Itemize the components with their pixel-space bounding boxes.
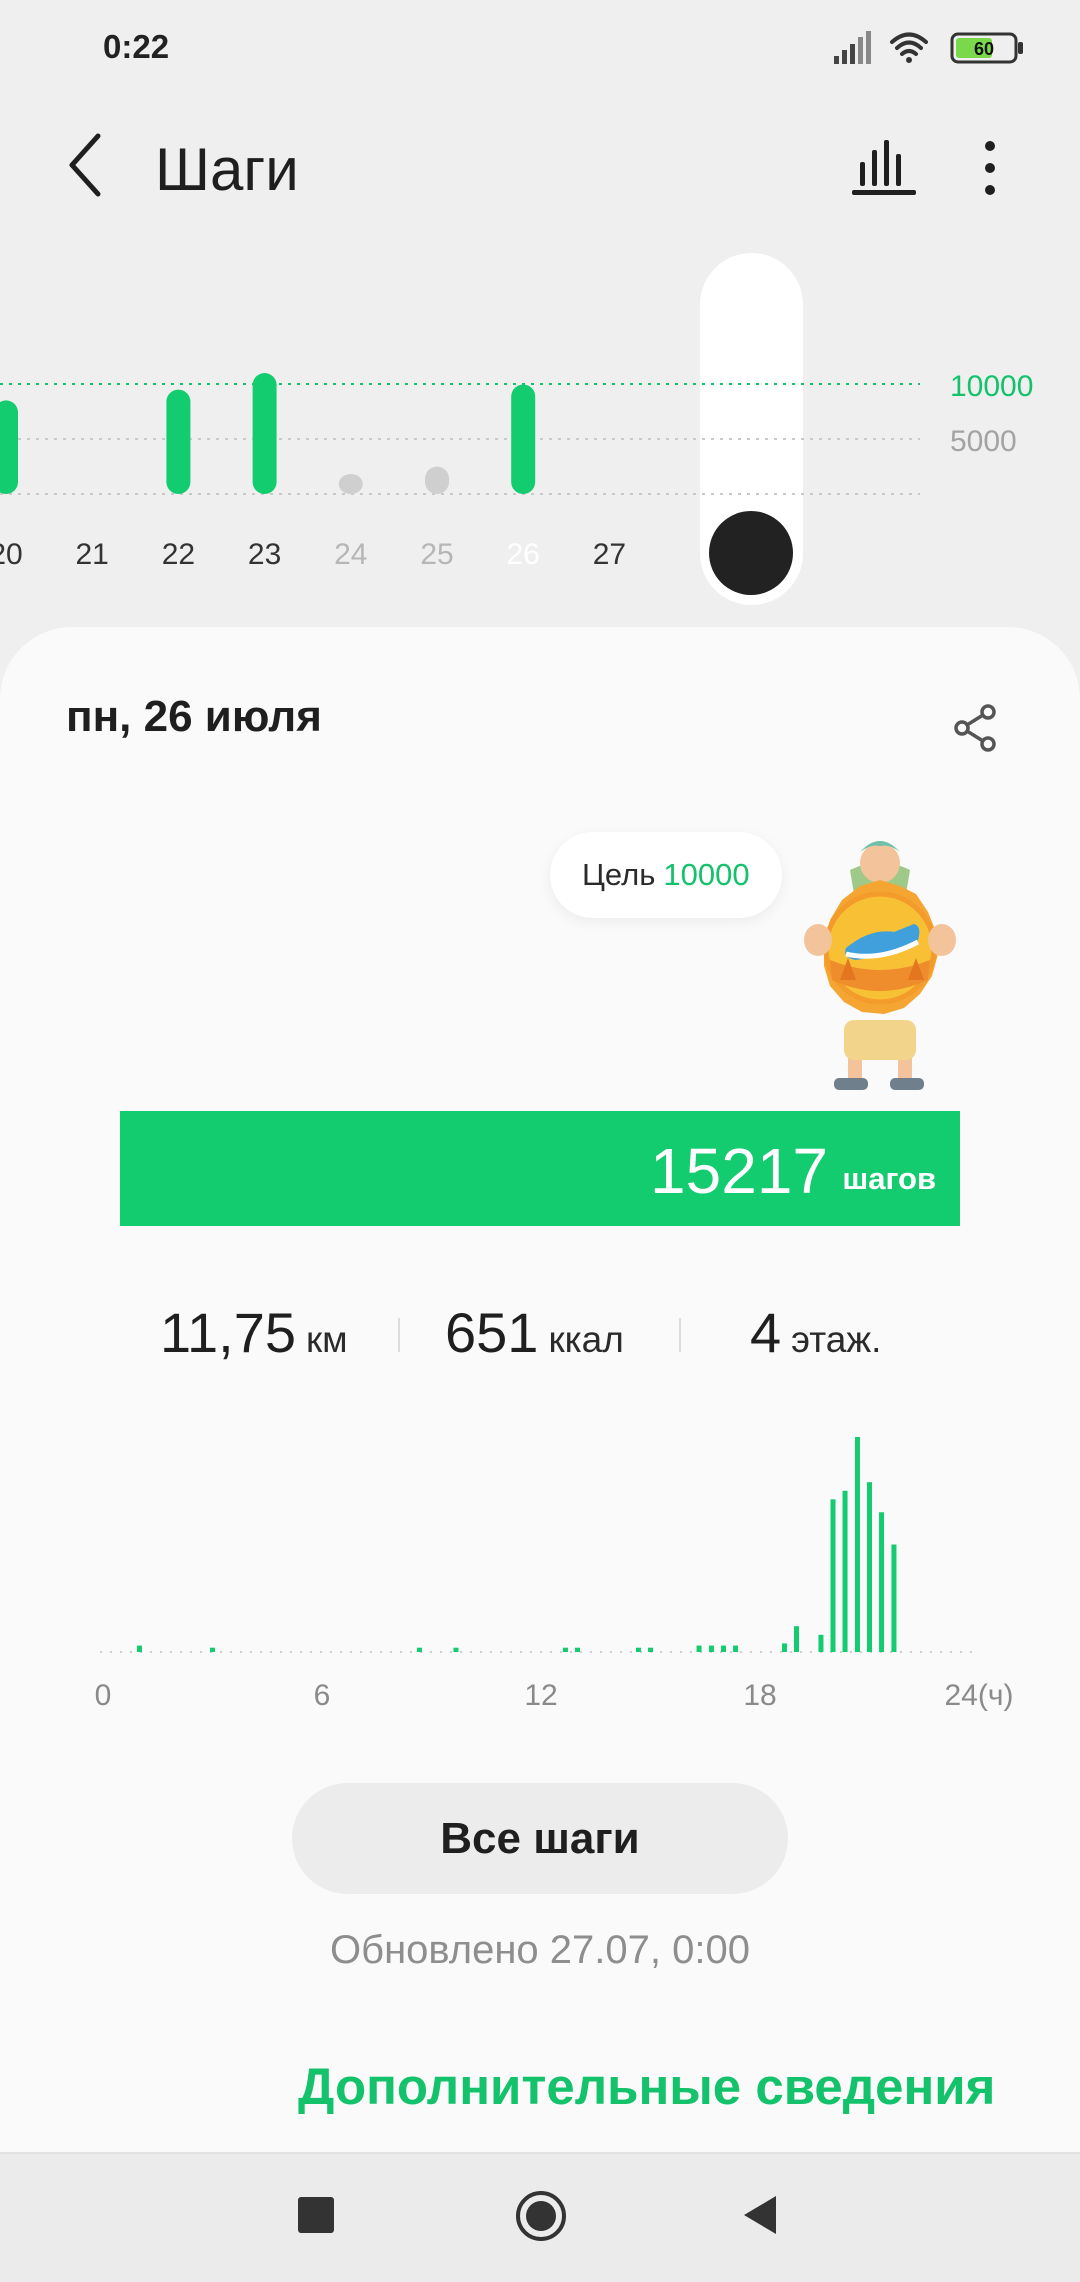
battery-icon: 60 — [950, 32, 1023, 64]
hourly-bar — [708, 1645, 714, 1652]
hourly-bar — [210, 1647, 215, 1652]
share-button[interactable] — [948, 700, 1004, 756]
hourly-bar — [137, 1645, 142, 1652]
hourly-bar — [891, 1544, 897, 1652]
calories-unit: ккал — [548, 1319, 624, 1360]
back-arrow-icon — [69, 133, 101, 197]
more-button[interactable] — [965, 138, 1015, 198]
more-info-link[interactable]: Дополнительные сведения — [298, 2057, 995, 2116]
day-bar-25[interactable] — [425, 466, 449, 494]
hourly-bar — [794, 1626, 799, 1652]
day-label-27[interactable]: 27 — [593, 538, 626, 571]
hourly-bar — [562, 1647, 568, 1652]
nav-back-button[interactable] — [742, 2194, 778, 2236]
goal-label: Цель — [582, 857, 656, 892]
metric-divider — [679, 1318, 681, 1352]
distance-value: 11,75 — [160, 1301, 296, 1364]
hour-tick-label: 0 — [95, 1679, 112, 1712]
calories-value: 651 — [445, 1301, 539, 1364]
hourly-bar — [830, 1499, 836, 1652]
hourly-bar — [721, 1645, 726, 1652]
hourly-bar — [818, 1634, 824, 1652]
distance-unit: км — [305, 1319, 348, 1360]
day-steps-chart[interactable]: 20 21 22 23 24 25 26 27 10000 5000 — [0, 250, 1080, 620]
day-bar-22[interactable] — [166, 389, 191, 494]
home-circle-icon — [516, 2191, 566, 2241]
hour-tick-label: 18 — [743, 1679, 776, 1712]
hourly-bar — [854, 1437, 860, 1652]
day-label-23[interactable]: 23 — [248, 538, 281, 571]
updated-timestamp: Обновлено 27.07, 0:00 — [330, 1928, 750, 1972]
square-icon — [298, 2197, 334, 2233]
hourly-bar — [648, 1647, 653, 1652]
steps-count: 15217 — [650, 1135, 828, 1207]
wifi-icon — [890, 32, 928, 63]
hour-tick-label: 24(ч) — [945, 1679, 1014, 1712]
hourly-bar — [453, 1647, 459, 1652]
floors-metric: 4 этаж. — [750, 1300, 881, 1370]
hour-tick-label: 12 — [524, 1679, 557, 1712]
floors-value: 4 — [750, 1301, 782, 1364]
triangle-back-icon — [744, 2196, 776, 2234]
floors-unit: этаж. — [791, 1319, 882, 1360]
day-bar-20[interactable] — [0, 400, 18, 494]
hourly-bar — [781, 1643, 787, 1652]
hourly-bar — [867, 1482, 872, 1652]
mascot-illustration — [804, 841, 956, 1090]
steps-unit: шагов — [842, 1161, 936, 1196]
day-label-20[interactable]: 20 — [0, 538, 23, 571]
day-label-22[interactable]: 22 — [162, 538, 195, 571]
hourly-bar — [879, 1512, 885, 1652]
hourly-bar — [733, 1645, 739, 1652]
recent-apps-button[interactable] — [298, 2197, 334, 2233]
share-icon — [954, 704, 996, 752]
status-time: 0:22 — [103, 28, 170, 65]
home-button[interactable] — [515, 2190, 567, 2242]
day-bar-26[interactable] — [511, 384, 536, 494]
goal-value: 10000 — [663, 857, 750, 892]
selected-day-circle — [709, 511, 793, 595]
hourly-bar — [575, 1647, 580, 1652]
day-bar-24[interactable] — [338, 474, 363, 494]
day-label-26[interactable]: 26 — [507, 538, 540, 571]
hourly-bar — [416, 1647, 422, 1652]
date-label: пн, 26 июля — [66, 692, 322, 741]
metric-divider — [398, 1318, 400, 1352]
calories-metric: 651 ккал — [445, 1300, 624, 1370]
mid-axis-label: 5000 — [950, 425, 1017, 458]
signal-icon — [834, 31, 871, 64]
day-label-21[interactable]: 21 — [76, 538, 109, 571]
distance-metric: 11,75 км — [160, 1300, 348, 1370]
day-label-24[interactable]: 24 — [334, 538, 367, 571]
battery-level: 60 — [974, 39, 994, 59]
status-icons: 60 — [834, 31, 1023, 64]
steps-progress-bar: шагов 15217 — [120, 1111, 960, 1226]
stats-button[interactable] — [852, 138, 916, 196]
bar-chart-icon — [852, 140, 916, 195]
hourly-bar — [842, 1490, 848, 1652]
page-title: Шаги — [155, 136, 299, 203]
hour-tick-label: 6 — [314, 1679, 331, 1712]
hourly-bar — [635, 1647, 641, 1652]
back-button[interactable] — [62, 130, 112, 200]
day-bar-23[interactable] — [252, 373, 277, 494]
hourly-steps-chart: 0 6 12 18 24(ч) — [95, 1437, 1014, 1712]
goal-bubble: Цель 10000 — [550, 832, 782, 918]
more-vertical-icon — [985, 141, 995, 195]
goal-axis-label: 10000 — [950, 370, 1033, 403]
day-label-25[interactable]: 25 — [420, 538, 453, 571]
hourly-bar — [696, 1645, 702, 1652]
all-steps-button[interactable]: Все шаги — [292, 1783, 788, 1894]
